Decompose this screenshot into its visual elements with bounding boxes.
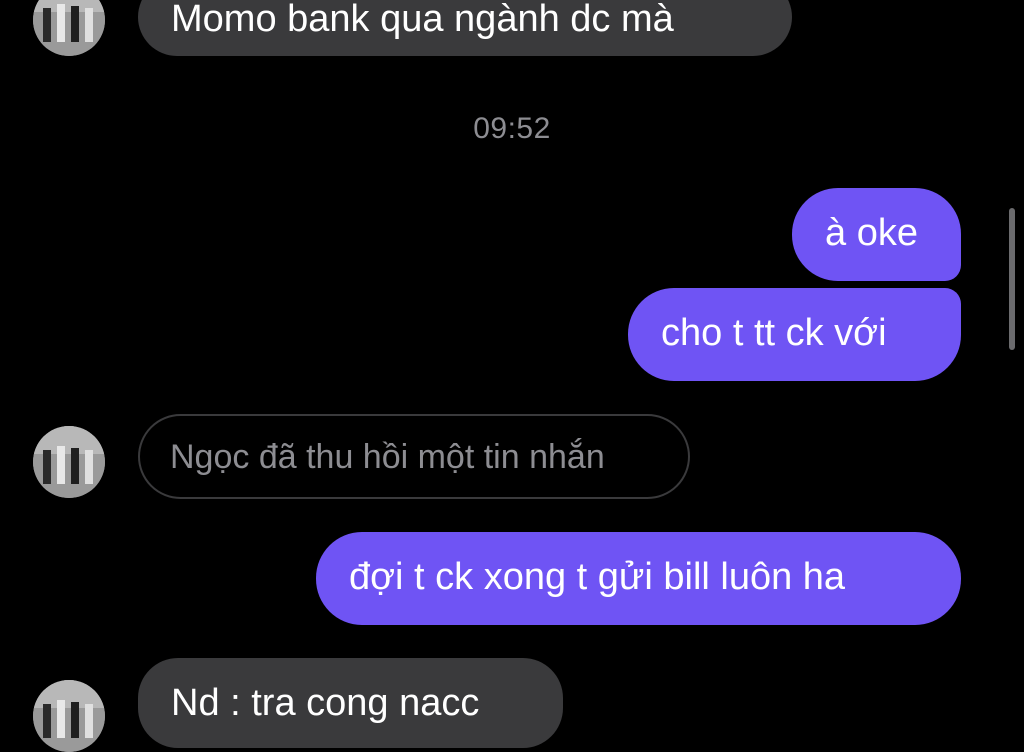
- message-text: Momo bank qua ngành dc mà: [171, 0, 674, 40]
- avatar-photo-icon: [33, 680, 105, 752]
- message-bubble-outgoing[interactable]: cho t tt ck với: [628, 288, 961, 381]
- message-text: Nd : tra cong nacc: [171, 682, 480, 724]
- message-timestamp: 09:52: [473, 112, 551, 145]
- chat-thread: Momo bank qua ngành dc mà 09:52 à oke ch…: [0, 0, 1024, 752]
- message-bubble-outgoing[interactable]: đợi t ck xong t gửi bill luôn ha: [316, 532, 961, 625]
- message-bubble-incoming[interactable]: Nd : tra cong nacc: [138, 658, 563, 748]
- message-text: cho t tt ck với: [661, 312, 887, 354]
- avatar-photo-icon: [33, 426, 105, 498]
- contact-avatar[interactable]: [33, 426, 105, 498]
- scrollbar-thumb[interactable]: [1009, 208, 1015, 350]
- message-text: à oke: [825, 212, 918, 254]
- message-bubble-outgoing[interactable]: à oke: [792, 188, 961, 281]
- contact-avatar[interactable]: [33, 0, 105, 56]
- message-text: đợi t ck xong t gửi bill luôn ha: [349, 556, 846, 598]
- message-bubble-incoming[interactable]: Momo bank qua ngành dc mà: [138, 0, 792, 56]
- message-text: Ngọc đã thu hồi một tin nhắn: [170, 438, 605, 476]
- contact-avatar[interactable]: [33, 680, 105, 752]
- unsent-message-notice: Ngọc đã thu hồi một tin nhắn: [138, 414, 690, 499]
- avatar-photo-icon: [33, 0, 105, 56]
